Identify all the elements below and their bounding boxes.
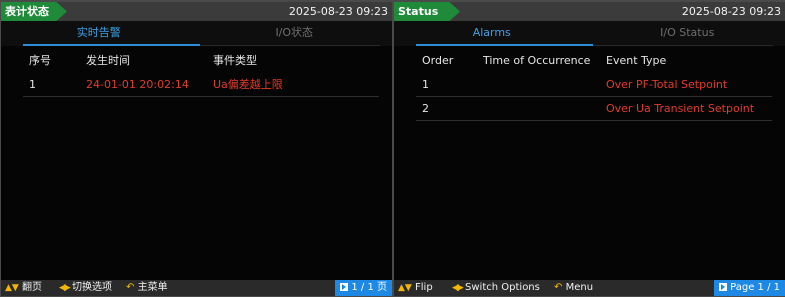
active-tab-indicator (23, 44, 200, 46)
hint-menu: ↶ Menu (554, 280, 593, 296)
hint-menu: ↶ 主菜单 (126, 280, 168, 296)
column-event-type: Event Type (606, 54, 667, 67)
column-order: Order (422, 54, 454, 67)
row-divider (23, 96, 379, 97)
page-indicator: 1 / 1 页 (335, 280, 392, 296)
tab-bar: 实时告警 I/O状态 (1, 21, 392, 46)
bottom-bar: ▲▼ Flip ◀▶ Switch Options ↶ Menu Page 1 … (394, 280, 785, 296)
tab-bar: Alarms I/O Status (394, 21, 785, 46)
tab-io-status[interactable]: I/O Status (590, 21, 785, 46)
page-icon (340, 283, 349, 291)
up-down-arrows-icon: ▲▼ (398, 283, 412, 293)
column-time: 发生时间 (86, 54, 130, 67)
table-row[interactable]: 1 24-01-01 20:02:14 Ua偏差越上限 (23, 73, 379, 97)
switch-label: Switch Options (465, 282, 540, 293)
status-label: Status (394, 2, 460, 21)
alarm-table: Order Time of Occurrence Event Type 1 Ov… (416, 49, 772, 121)
top-bar: 表计状态 2025-08-23 09:23 (1, 2, 392, 21)
status-label: 表计状态 (1, 2, 67, 21)
menu-label: Menu (565, 282, 594, 293)
hint-switch: ◀▶ Switch Options (452, 280, 540, 296)
row-order: 1 (422, 78, 429, 91)
hint-switch: ◀▶ 切换选项 (59, 280, 112, 296)
top-bar: Status 2025-08-23 09:23 (394, 2, 785, 21)
table-row[interactable]: 1 Over PF-Total Setpoint (416, 73, 772, 97)
left-right-arrows-icon: ◀▶ (452, 283, 464, 293)
bottom-bar: ▲▼ 翻页 ◀▶ 切换选项 ↶ 主菜单 1 / 1 页 (1, 280, 392, 296)
row-time: 24-01-01 20:02:14 (86, 78, 189, 91)
return-icon: ↶ (554, 282, 563, 293)
up-down-arrows-icon: ▲▼ (5, 283, 19, 293)
table-header: Order Time of Occurrence Event Type (416, 49, 772, 73)
page-label: Page 1 / 1 (730, 282, 780, 293)
alarm-table: 序号 发生时间 事件类型 1 24-01-01 20:02:14 Ua偏差越上限 (23, 49, 379, 97)
switch-label: 切换选项 (72, 282, 113, 293)
tab-alarms[interactable]: 实时告警 (1, 21, 197, 46)
hint-flip: ▲▼ Flip (398, 280, 433, 296)
meter-screen-english: Status 2025-08-23 09:23 Alarms I/O Statu… (394, 2, 785, 296)
meter-screen-chinese: 表计状态 2025-08-23 09:23 实时告警 I/O状态 序号 发生时间… (1, 2, 392, 296)
tab-alarms[interactable]: Alarms (394, 21, 590, 46)
return-icon: ↶ (126, 282, 135, 293)
tab-io-status[interactable]: I/O状态 (197, 21, 393, 46)
page-indicator: Page 1 / 1 (714, 280, 785, 296)
flip-label: Flip (415, 282, 433, 293)
row-order: 1 (29, 78, 36, 91)
tab-divider (200, 45, 380, 46)
row-divider (416, 120, 772, 121)
row-order: 2 (422, 102, 429, 115)
tab-divider (593, 45, 773, 46)
active-tab-indicator (416, 44, 593, 46)
column-order: 序号 (29, 54, 51, 67)
hint-flip: ▲▼ 翻页 (5, 280, 42, 296)
table-header: 序号 发生时间 事件类型 (23, 49, 379, 73)
left-right-arrows-icon: ◀▶ (59, 283, 71, 293)
datetime: 2025-08-23 09:23 (681, 5, 781, 18)
row-event: Over Ua Transient Setpoint (606, 102, 755, 115)
column-time: Time of Occurrence (483, 54, 591, 67)
table-row[interactable]: 2 Over Ua Transient Setpoint (416, 97, 772, 121)
column-event-type: 事件类型 (213, 54, 257, 67)
datetime: 2025-08-23 09:23 (288, 5, 388, 18)
flip-label: 翻页 (22, 282, 43, 293)
menu-label: 主菜单 (137, 282, 168, 293)
page-icon (719, 283, 728, 291)
row-event: Ua偏差越上限 (213, 78, 283, 91)
row-event: Over PF-Total Setpoint (606, 78, 728, 91)
page-label: 1 / 1 页 (351, 282, 387, 293)
